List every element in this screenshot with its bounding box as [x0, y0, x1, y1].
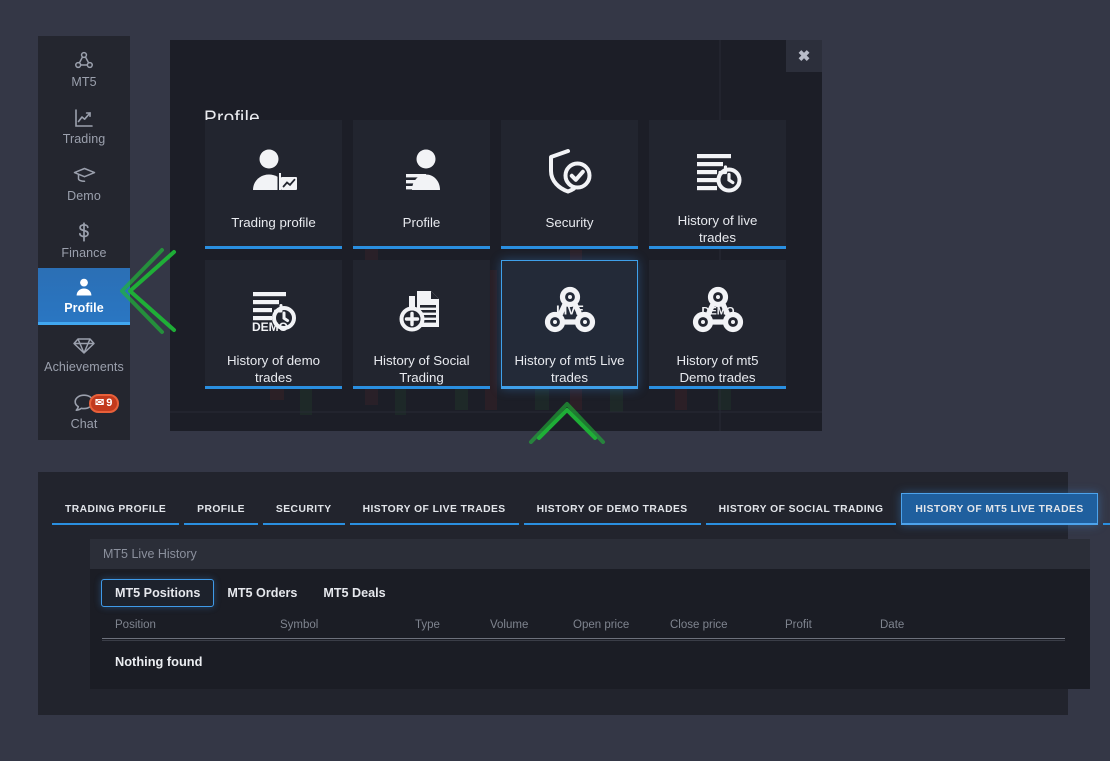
card-trading-profile[interactable]: Trading profile — [205, 120, 342, 249]
card-label: History of mt5 Live trades — [514, 353, 625, 385]
card-label: History of live trades — [677, 213, 758, 245]
tab-label: HISTORY OF MT5 LIVE TRADES — [915, 504, 1084, 515]
bottom-panel: TRADING PROFILE PROFILE SECURITY HISTORY… — [38, 472, 1110, 715]
modal-close-button[interactable]: ✖ — [786, 40, 822, 72]
card-history-mt5-demo-trades[interactable]: DEMO History of mt5 Demo trades — [649, 260, 786, 389]
list-history-demo-icon: DEMO — [245, 283, 303, 341]
panel-body: MT5 Live History MT5 Positions MT5 Order… — [90, 539, 1090, 689]
tab-history-mt5-demo-trades[interactable]: HISTORY OF MT5 DEMO TRADES — [1102, 493, 1110, 525]
sidebar-item-label: Demo — [67, 188, 101, 203]
sidebar-item-demo[interactable]: Demo — [38, 154, 130, 211]
graduation-cap-icon — [72, 163, 97, 187]
history-title-bar: MT5 Live History — [90, 539, 1090, 569]
column-header-date[interactable]: Date — [880, 619, 970, 631]
history-subtabs: MT5 Positions MT5 Orders MT5 Deals — [90, 569, 1090, 607]
profile-modal: Profile Trading profile Profile Security… — [170, 40, 822, 431]
subtab-mt5-deals[interactable]: MT5 Deals — [310, 580, 398, 606]
mt5-demo-icon: DEMO — [689, 283, 747, 341]
diamond-icon — [71, 334, 97, 358]
envelope-icon: ✉ — [95, 397, 105, 409]
tab-history-mt5-live-trades[interactable]: HISTORY OF MT5 LIVE TRADES — [901, 493, 1098, 525]
sidebar-item-label: MT5 — [71, 74, 97, 89]
sidebar-item-label: Chat — [70, 416, 98, 431]
tab-label: SECURITY — [275, 503, 332, 515]
column-header-close-price[interactable]: Close price — [670, 619, 785, 631]
sidebar-item-finance[interactable]: Finance — [38, 211, 130, 268]
card-profile[interactable]: Profile — [353, 120, 490, 249]
card-label: Profile — [402, 215, 441, 230]
card-security[interactable]: Security — [501, 120, 638, 249]
sidebar-item-achievements[interactable]: Achievements — [38, 325, 130, 382]
column-header-type[interactable]: Type — [415, 619, 490, 631]
panel-tabs: TRADING PROFILE PROFILE SECURITY HISTORY… — [52, 493, 1110, 525]
sidebar-item-label: Profile — [64, 301, 104, 316]
card-label: Trading profile — [231, 215, 316, 230]
sidebar-item-chat[interactable]: ✉ 9 Chat — [38, 382, 130, 439]
document-plus-icon — [393, 283, 451, 341]
tab-label: TRADING PROFILE — [65, 503, 167, 515]
card-history-mt5-live-trades[interactable]: LIVE History of mt5 Live trades — [501, 260, 638, 389]
sidebar-item-mt5[interactable]: MT5 — [38, 40, 130, 97]
svg-text:DEMO: DEMO — [701, 306, 734, 318]
column-header-profit[interactable]: Profit — [785, 619, 880, 631]
sidebar-item-label: Trading — [62, 131, 106, 146]
column-header-symbol[interactable]: Symbol — [280, 619, 415, 631]
user-icon — [72, 275, 96, 299]
tab-profile[interactable]: PROFILE — [184, 493, 258, 525]
shield-check-icon — [541, 143, 599, 203]
tab-label: HISTORY OF SOCIAL TRADING — [718, 503, 884, 515]
chat-unread-count: 9 — [106, 397, 113, 409]
trading-profile-icon — [245, 143, 303, 203]
list-history-icon — [689, 143, 747, 201]
dollar-sign-icon — [72, 220, 96, 244]
tab-history-live-trades[interactable]: HISTORY OF LIVE TRADES — [349, 493, 519, 525]
tab-label: HISTORY OF DEMO TRADES — [536, 503, 688, 515]
tab-history-demo-trades[interactable]: HISTORY OF DEMO TRADES — [523, 493, 701, 525]
tab-label: PROFILE — [197, 503, 245, 515]
profile-icon — [393, 143, 451, 203]
sidebar-item-label: Finance — [61, 245, 107, 260]
tab-label: HISTORY OF LIVE TRADES — [362, 503, 506, 515]
card-history-demo-trades[interactable]: DEMO History of demo trades — [205, 260, 342, 389]
close-icon: ✖ — [797, 48, 811, 65]
card-history-live-trades[interactable]: History of live trades — [649, 120, 786, 249]
subtab-label: MT5 Deals — [323, 586, 386, 600]
left-sidebar: MT5 Trading Demo Finance Profile Achieve… — [38, 36, 130, 440]
subtab-mt5-positions[interactable]: MT5 Positions — [101, 579, 215, 607]
column-header-open-price[interactable]: Open price — [573, 619, 670, 631]
history-title-label: MT5 Live History — [103, 547, 197, 561]
subtab-mt5-orders[interactable]: MT5 Orders — [214, 580, 310, 606]
positions-table: Position Symbol Type Volume Open price C… — [90, 619, 1090, 669]
column-header-position[interactable]: Position — [115, 619, 280, 631]
mt5-live-icon: LIVE — [541, 283, 599, 341]
sidebar-item-label: Achievements — [44, 359, 124, 374]
table-header-row: Position Symbol Type Volume Open price C… — [90, 619, 1077, 638]
subtab-label: MT5 Positions — [115, 586, 201, 600]
card-label: History of Social Trading — [373, 353, 470, 385]
card-label: History of mt5 Demo trades — [676, 353, 759, 385]
card-label: Security — [545, 215, 594, 230]
sidebar-item-profile[interactable]: Profile — [38, 268, 130, 325]
sidebar-item-trading[interactable]: Trading — [38, 97, 130, 154]
subtab-label: MT5 Orders — [227, 586, 298, 600]
svg-text:LIVE: LIVE — [556, 304, 584, 318]
tab-trading-profile[interactable]: TRADING PROFILE — [52, 493, 180, 525]
mt5-logo-icon — [72, 49, 96, 73]
tab-security[interactable]: SECURITY — [262, 493, 345, 525]
card-label: History of demo trades — [226, 353, 321, 385]
profile-card-grid: Trading profile Profile Security History… — [205, 120, 787, 389]
chart-line-icon — [72, 106, 96, 130]
table-empty-message: Nothing found — [115, 654, 203, 669]
chat-unread-badge[interactable]: ✉ 9 — [89, 394, 120, 413]
app-root: MT5 Trading Demo Finance Profile Achieve… — [0, 0, 1110, 761]
card-history-social-trading[interactable]: History of Social Trading — [353, 260, 490, 389]
column-header-volume[interactable]: Volume — [490, 619, 573, 631]
tab-history-social-trading[interactable]: HISTORY OF SOCIAL TRADING — [705, 493, 897, 525]
